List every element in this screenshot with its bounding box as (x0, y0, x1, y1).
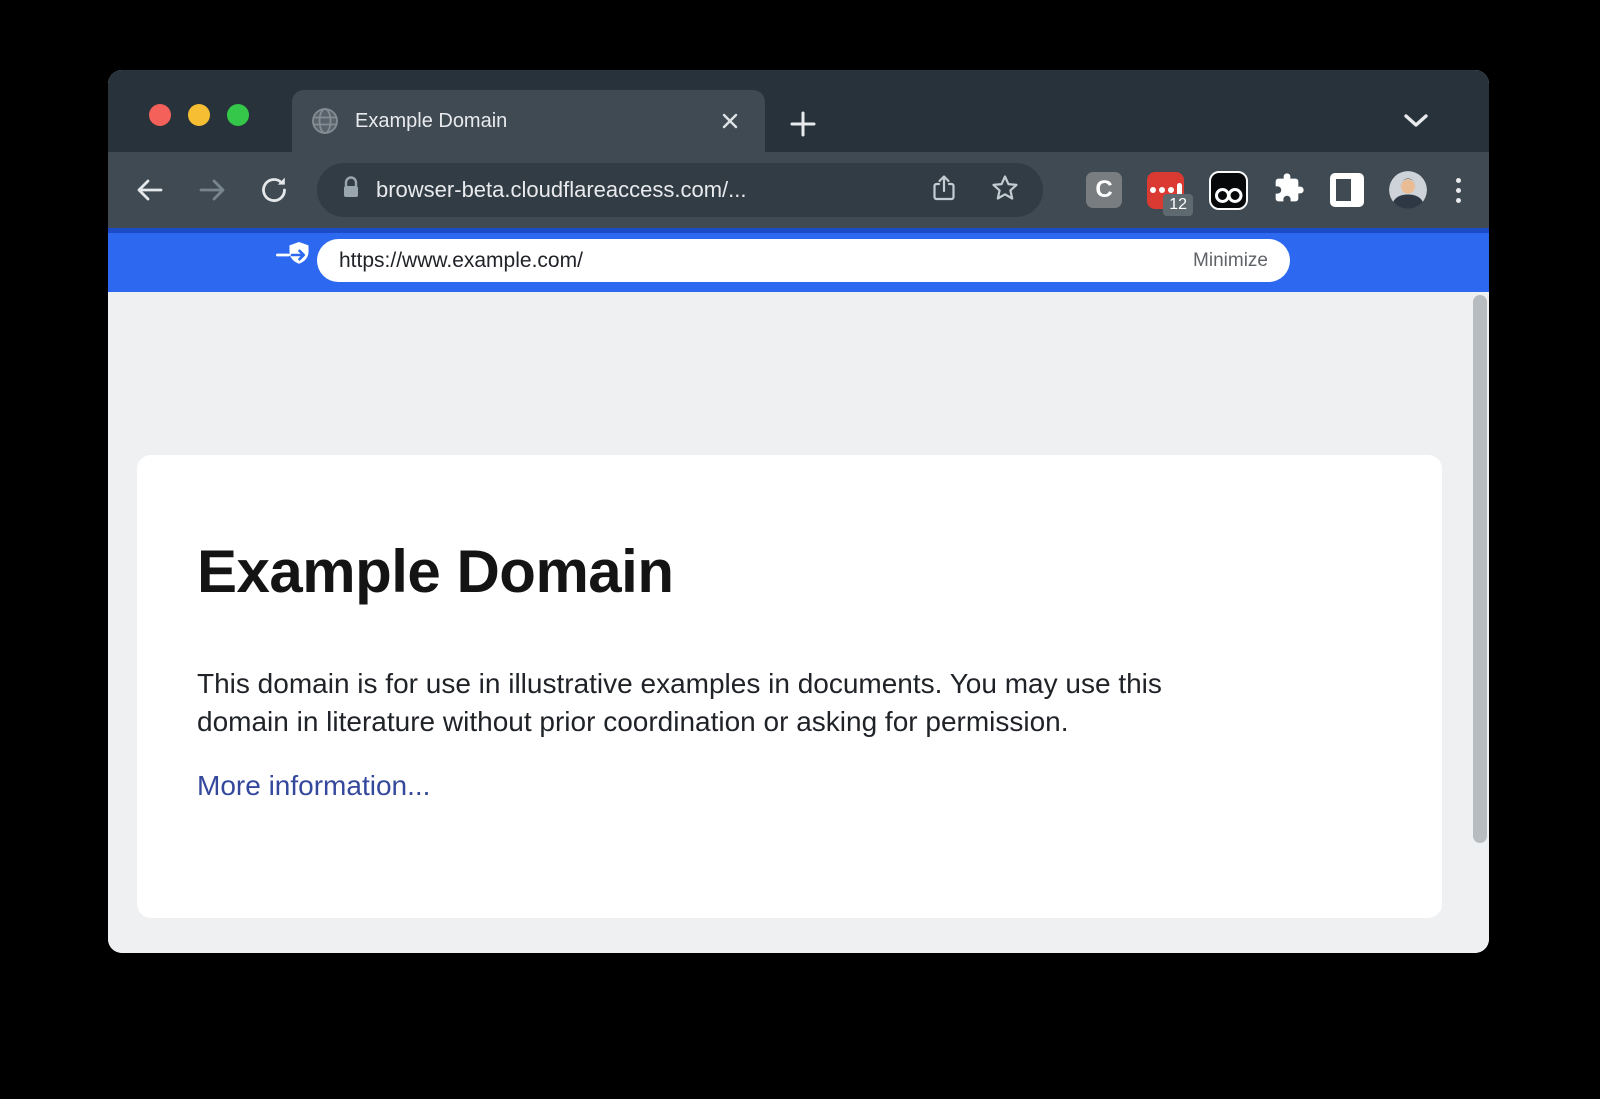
body-line-1: This domain is for use in illustrative e… (197, 665, 1162, 703)
scrollbar-thumb[interactable] (1473, 295, 1487, 843)
extension-black-circles-icon[interactable] (1209, 171, 1248, 210)
reload-button[interactable] (257, 173, 291, 207)
page-body-text: This domain is for use in illustrative e… (197, 665, 1162, 741)
tab-strip: Example Domain (108, 70, 1489, 152)
extension-badge-count: 12 (1163, 194, 1193, 216)
more-information-link[interactable]: More information... (197, 770, 430, 802)
extension-c-icon[interactable]: C (1086, 172, 1122, 208)
browser-window: Example Domain (108, 70, 1489, 953)
side-panel-icon[interactable] (1330, 173, 1364, 207)
isolation-url[interactable]: https://www.example.com/ (339, 249, 583, 273)
extensions-puzzle-icon[interactable] (1273, 172, 1305, 209)
isolation-shield-icon (275, 241, 311, 274)
browser-toolbar: browser-beta.cloudflareaccess.com/... C … (108, 152, 1489, 228)
address-bar-url[interactable]: browser-beta.cloudflareaccess.com/... (376, 177, 747, 203)
minimize-window-button[interactable] (188, 104, 210, 126)
page-viewport: Example Domain This domain is for use in… (108, 292, 1489, 953)
browser-tab[interactable]: Example Domain (292, 90, 765, 152)
window-controls (149, 104, 249, 126)
tab-close-icon[interactable] (715, 106, 745, 136)
page-heading: Example Domain (197, 537, 674, 606)
tab-title: Example Domain (355, 110, 507, 133)
profile-avatar[interactable] (1389, 171, 1427, 209)
lock-icon[interactable] (341, 176, 361, 205)
share-icon[interactable] (931, 174, 957, 207)
extension-red-dots-icon[interactable]: 12 (1147, 172, 1184, 209)
content-card: Example Domain This domain is for use in… (137, 455, 1442, 918)
browser-menu-icon[interactable] (1452, 174, 1465, 207)
minimize-button[interactable]: Minimize (1193, 250, 1268, 272)
forward-button[interactable] (195, 173, 229, 207)
address-bar[interactable]: browser-beta.cloudflareaccess.com/... (317, 163, 1043, 217)
tab-search-chevron-icon[interactable] (1401, 110, 1431, 132)
extensions-row: C 12 (1086, 152, 1465, 228)
new-tab-button[interactable] (780, 101, 826, 147)
isolation-address-bar[interactable]: https://www.example.com/ Minimize (317, 239, 1290, 282)
isolation-bar: https://www.example.com/ Minimize (108, 228, 1489, 292)
body-line-2: domain in literature without prior coord… (197, 703, 1162, 741)
back-button[interactable] (133, 173, 167, 207)
zoom-window-button[interactable] (227, 104, 249, 126)
bookmark-star-icon[interactable] (991, 174, 1019, 207)
close-window-button[interactable] (149, 104, 171, 126)
globe-favicon-icon (312, 108, 338, 134)
